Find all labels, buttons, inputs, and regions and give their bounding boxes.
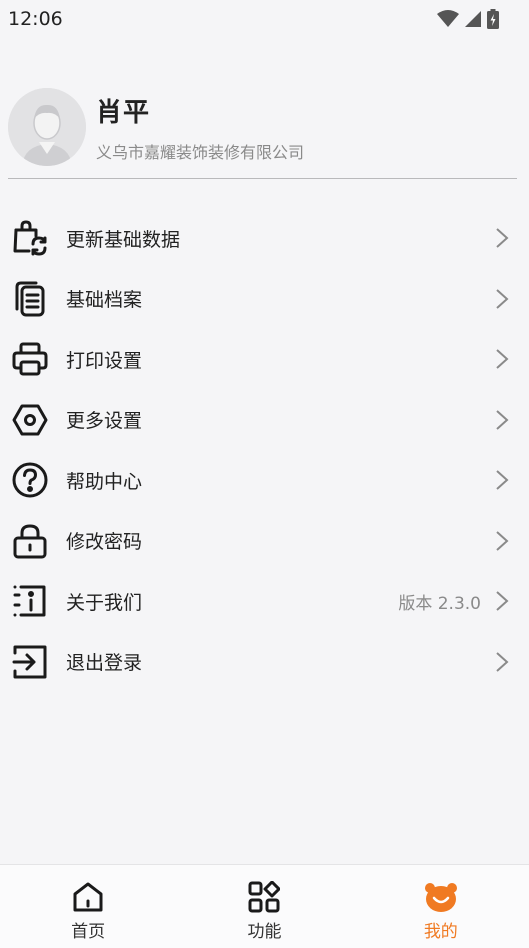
tab-label: 首页 (71, 922, 106, 942)
chevron-right-icon (493, 650, 511, 674)
home-icon (73, 882, 103, 912)
refresh-bag-icon (10, 218, 50, 258)
default-avatar-icon (8, 88, 86, 166)
chevron-right-icon (493, 226, 511, 250)
profile-divider (8, 178, 517, 179)
chevron-right-icon (493, 589, 511, 613)
menu-label: 更新基础数据 (66, 228, 181, 251)
bear-icon (424, 883, 457, 912)
cell-signal-icon (465, 11, 481, 27)
tab-mine[interactable]: 我的 (386, 865, 496, 942)
battery-icon (487, 9, 499, 29)
wifi-icon (437, 10, 459, 27)
menu-item-change-password[interactable]: 修改密码 (0, 511, 529, 572)
menu-label: 帮助中心 (66, 470, 143, 493)
menu-label: 退出登录 (66, 652, 143, 675)
documents-icon (10, 279, 50, 319)
company-name: 义乌市嘉耀装饰装修有限公司 (96, 142, 305, 162)
tab-label: 我的 (423, 922, 458, 942)
menu-item-update-data[interactable]: 更新基础数据 (0, 208, 529, 269)
user-name: 肖平 (96, 97, 151, 128)
avatar (8, 88, 86, 166)
status-icons (437, 9, 499, 29)
logout-icon (10, 642, 50, 682)
hexagon-settings-icon (10, 400, 50, 440)
menu-item-basic-records[interactable]: 基础档案 (0, 269, 529, 330)
grid-icon (248, 881, 281, 913)
chevron-right-icon (493, 287, 511, 311)
menu-label: 基础档案 (66, 289, 143, 312)
help-icon (10, 460, 50, 500)
menu-label: 关于我们 (66, 591, 143, 614)
chevron-right-icon (493, 347, 511, 371)
chevron-right-icon (493, 468, 511, 492)
profile-header[interactable]: 肖平 义乌市嘉耀装饰装修有限公司 (8, 88, 517, 166)
info-icon (10, 581, 50, 621)
status-bar: 12:06 (0, 0, 529, 38)
menu-item-logout[interactable]: 退出登录 (0, 632, 529, 693)
settings-menu: 更新基础数据 基础档案 打印设置 更多设置 帮助中心 修改密码 关于我们 版本 … (0, 208, 529, 692)
menu-item-print-settings[interactable]: 打印设置 (0, 329, 529, 390)
menu-label: 打印设置 (66, 349, 143, 372)
menu-label: 更多设置 (66, 410, 143, 433)
bottom-tab-bar: 首页 功能 我的 (0, 864, 529, 948)
menu-item-about-us[interactable]: 关于我们 版本 2.3.0 (0, 571, 529, 632)
menu-item-more-settings[interactable]: 更多设置 (0, 390, 529, 451)
menu-label: 修改密码 (66, 531, 143, 554)
printer-icon (10, 339, 50, 379)
chevron-right-icon (493, 408, 511, 432)
chevron-right-icon (493, 529, 511, 553)
lock-icon (10, 521, 50, 561)
tab-functions[interactable]: 功能 (209, 865, 319, 942)
tab-home[interactable]: 首页 (33, 865, 143, 942)
status-time: 12:06 (8, 8, 63, 30)
menu-item-help-center[interactable]: 帮助中心 (0, 450, 529, 511)
version-text: 版本 2.3.0 (398, 593, 481, 614)
tab-label: 功能 (247, 922, 282, 942)
